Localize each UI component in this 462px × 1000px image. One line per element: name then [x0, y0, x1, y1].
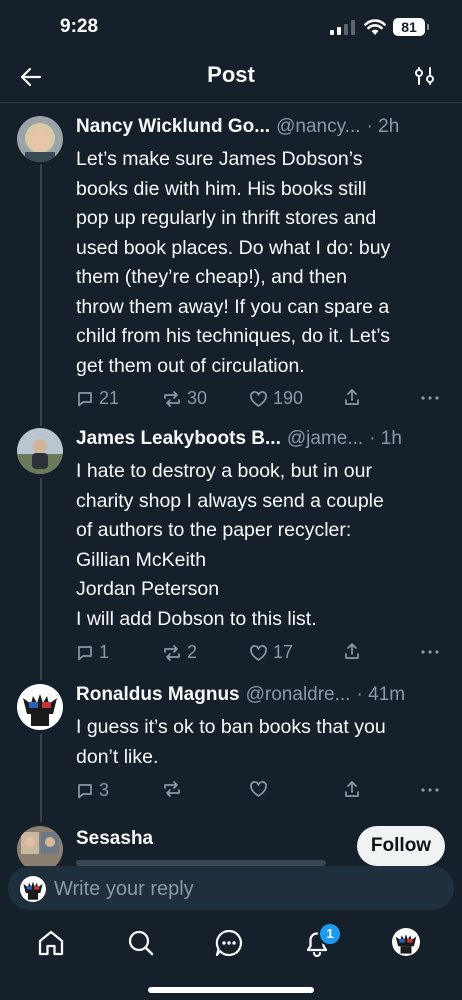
- reply-count: 3: [99, 780, 110, 800]
- sliders-icon[interactable]: [414, 65, 436, 87]
- post-text-line: throw them away! If you can spare a: [76, 295, 390, 318]
- post-text: I hate to destroy a book, but in our cha…: [76, 457, 446, 634]
- post-time: · 2h: [366, 116, 400, 137]
- thread-connector: [40, 478, 42, 680]
- avatar[interactable]: [17, 826, 63, 866]
- repost-icon: [164, 390, 180, 407]
- post-text-line: books die with him. His books still: [76, 177, 367, 200]
- share-button[interactable]: [343, 780, 361, 798]
- post-text-line: of authors to the paper recycler:: [76, 519, 352, 541]
- more-button[interactable]: [420, 388, 440, 406]
- like-count: 17: [273, 642, 294, 662]
- post-actions: 1 2 17: [76, 642, 448, 666]
- author-handle[interactable]: @nancy...: [276, 116, 360, 142]
- post-text-line: I will add Dobson to this list.: [76, 607, 317, 630]
- more-icon: [421, 650, 439, 654]
- profile-avatar[interactable]: [392, 928, 420, 956]
- avatar[interactable]: [17, 116, 63, 162]
- post-text-line: I hate to destroy a book, but in our: [76, 460, 372, 482]
- post-header-row: James Leakyboots B... @jame... · 1h: [76, 428, 450, 454]
- author-handle[interactable]: @ronaldre...: [246, 684, 351, 710]
- like-button[interactable]: [249, 780, 268, 798]
- post-text-line: Jordan Peterson: [76, 578, 220, 600]
- repost-button[interactable]: 30: [162, 388, 207, 409]
- post-actions: 21 30 190: [76, 388, 448, 412]
- page-title: Post: [207, 62, 255, 87]
- reply-button[interactable]: 21: [76, 388, 119, 409]
- author-name[interactable]: Nancy Wicklund Go...: [76, 116, 270, 142]
- avatar[interactable]: [17, 428, 63, 474]
- reply-button[interactable]: 1: [76, 642, 109, 663]
- thread-connector: [40, 164, 42, 426]
- home-indicator: [148, 987, 314, 993]
- reply-button[interactable]: 3: [76, 780, 109, 801]
- post-text: Let’s make sure James Dobson’s books die…: [76, 145, 446, 381]
- follow-button[interactable]: Follow: [357, 826, 445, 866]
- post-text-line: child from his techniques, do it. Let’s: [76, 325, 390, 347]
- status-time: 9:28: [60, 16, 99, 37]
- post-actions: 3: [76, 780, 448, 804]
- more-icon: [421, 788, 439, 792]
- repost-icon: [164, 644, 180, 661]
- post-header-row: Ronaldus Magnus @ronaldre... · 41m: [76, 684, 450, 710]
- notification-badge: 1: [318, 922, 342, 946]
- post-text-line: them (they’re cheap!), and then: [76, 266, 347, 288]
- like-count: 190: [273, 388, 304, 408]
- post-text-line: don’t like.: [76, 745, 159, 768]
- post-text: I guess it’s ok to ban books that you do…: [76, 713, 446, 772]
- heart-icon: [250, 781, 267, 797]
- search-icon[interactable]: [126, 928, 156, 958]
- reply-icon: [78, 645, 92, 660]
- post-header-row: Nancy Wicklund Go... @nancy... · 2h: [76, 116, 450, 142]
- reply-count: 1: [99, 642, 110, 662]
- home-icon[interactable]: [36, 928, 66, 958]
- post-text-line: I guess it’s ok to ban books that you: [76, 716, 386, 738]
- post-header: Post: [0, 52, 462, 103]
- like-button[interactable]: 17: [249, 642, 293, 663]
- share-button[interactable]: [343, 642, 361, 660]
- share-button[interactable]: [343, 388, 361, 406]
- avatar[interactable]: [17, 684, 63, 730]
- post-text-line: Gillian McKeith: [76, 548, 207, 571]
- post-text-line: Let’s make sure James Dobson’s: [76, 148, 363, 170]
- post-text-line: used book places. Do what I do: buy: [76, 236, 391, 259]
- post-text-line: pop up regularly in thrift stores and: [76, 207, 377, 229]
- share-icon: [345, 389, 359, 405]
- reply-composer[interactable]: [8, 866, 454, 910]
- post-time: · 1h: [369, 428, 402, 449]
- battery-indicator: 81: [393, 18, 429, 36]
- repost-button[interactable]: [162, 780, 182, 798]
- more-button[interactable]: [420, 780, 440, 798]
- author-name[interactable]: Ronaldus Magnus: [76, 684, 240, 710]
- chat-bubble-icon[interactable]: [214, 928, 244, 958]
- reply-input[interactable]: [52, 872, 436, 906]
- cellular-signal-icon: [330, 20, 355, 35]
- post-text-line: get them out of circulation.: [76, 354, 305, 377]
- author-handle[interactable]: @jame...: [287, 428, 363, 454]
- repost-count: 30: [187, 388, 208, 408]
- heart-icon: [250, 644, 267, 661]
- repost-count: 2: [187, 642, 198, 662]
- repost-button[interactable]: 2: [162, 642, 197, 663]
- author-name[interactable]: James Leakyboots B...: [76, 428, 281, 454]
- more-icon: [421, 396, 439, 400]
- reply-icon: [78, 783, 92, 798]
- share-icon: [345, 643, 359, 659]
- thread-connector: [40, 734, 42, 822]
- post-text-line: charity shop I always send a couple: [76, 489, 384, 512]
- reply-icon: [78, 391, 92, 406]
- repost-icon: [164, 781, 180, 797]
- avatar: [20, 876, 46, 902]
- share-icon: [345, 781, 359, 797]
- author-name[interactable]: Sesasha: [76, 828, 153, 854]
- post-time: · 41m: [356, 684, 406, 705]
- wifi-icon: [364, 19, 386, 35]
- like-button[interactable]: 190: [249, 388, 303, 409]
- reply-count: 21: [99, 388, 120, 408]
- heart-icon: [250, 390, 267, 407]
- more-button[interactable]: [420, 642, 440, 660]
- status-bar: 9:28 81: [0, 0, 462, 52]
